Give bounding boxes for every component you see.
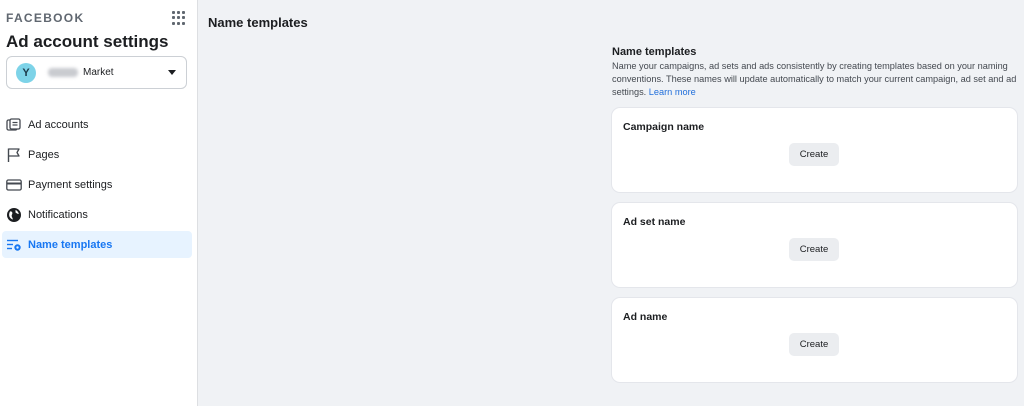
card-title: Ad set name <box>623 216 686 228</box>
account-avatar: Y <box>16 63 36 83</box>
create-campaign-template-button[interactable]: Create <box>789 143 839 166</box>
sidebar-item-label: Name templates <box>28 239 113 251</box>
card-title: Campaign name <box>623 121 705 133</box>
intro-description: Name your campaigns, ad sets and ads con… <box>612 60 1018 99</box>
page-title: Name templates <box>208 15 308 30</box>
card-title: Ad name <box>623 311 668 323</box>
account-selector[interactable]: Y Market <box>6 56 187 89</box>
globe-icon <box>7 208 21 222</box>
sidebar: FACEBOOK Ad account settings Y Market Ad… <box>0 0 198 406</box>
campaign-name-card: Campaign name Create <box>612 108 1017 192</box>
name-templates-intro: Name templates Name your campaigns, ad s… <box>612 46 1018 99</box>
sidebar-item-pages[interactable]: Pages <box>2 141 192 168</box>
flag-icon <box>7 148 20 162</box>
sidebar-item-notifications[interactable]: Notifications <box>2 201 192 228</box>
sidebar-item-label: Ad accounts <box>28 119 89 131</box>
apps-grid-icon[interactable] <box>172 11 186 25</box>
learn-more-link[interactable]: Learn more <box>649 87 696 97</box>
create-ad-template-button[interactable]: Create <box>789 333 839 356</box>
create-ad-set-template-button[interactable]: Create <box>789 238 839 261</box>
credit-card-icon <box>6 179 22 191</box>
sidebar-item-label: Pages <box>28 149 60 161</box>
sidebar-item-label: Payment settings <box>28 179 113 191</box>
sidebar-item-label: Notifications <box>28 209 88 221</box>
account-name-redacted <box>48 68 78 77</box>
ad-name-card: Ad name Create <box>612 298 1017 382</box>
account-name: Market <box>83 67 114 78</box>
name-templates-icon <box>7 239 21 251</box>
sidebar-item-name-templates[interactable]: Name templates <box>2 231 192 258</box>
sidebar-item-ad-accounts[interactable]: Ad accounts <box>2 111 192 138</box>
sidebar-title: Ad account settings <box>6 32 169 51</box>
sidebar-nav: Ad accounts Pages Payment settings Notif… <box>0 111 198 261</box>
facebook-logo[interactable]: FACEBOOK <box>6 11 84 25</box>
ad-set-name-card: Ad set name Create <box>612 203 1017 287</box>
intro-heading: Name templates <box>612 46 697 58</box>
ad-accounts-icon <box>6 118 21 131</box>
sidebar-item-payment-settings[interactable]: Payment settings <box>2 171 192 198</box>
caret-down-icon <box>168 70 176 75</box>
